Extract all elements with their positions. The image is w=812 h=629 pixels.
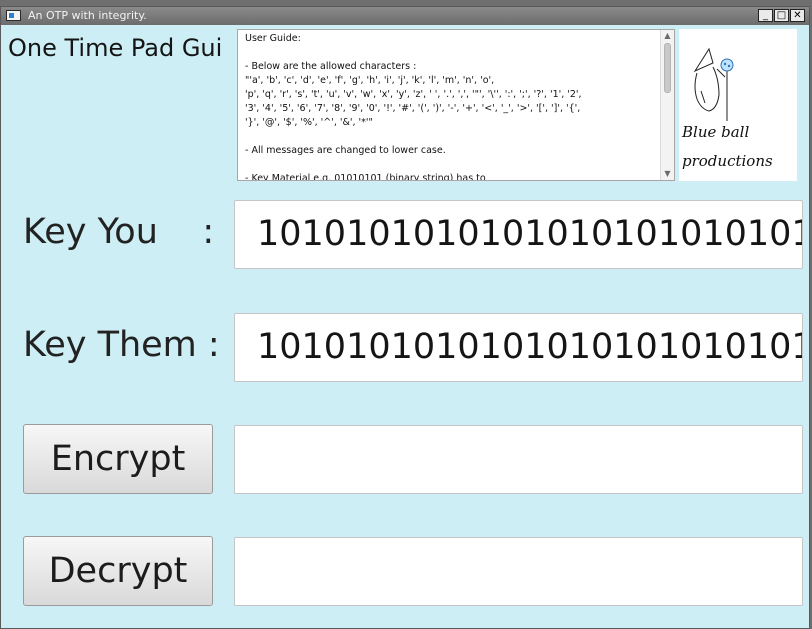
title-bar[interactable]: An OTP with integrity. _ □ ✕ xyxy=(1,7,809,25)
scroll-down-icon[interactable]: ▼ xyxy=(661,168,674,180)
logo-text-line2: productions xyxy=(682,152,773,170)
user-guide-textbox[interactable]: User Guide: - Below are the allowed char… xyxy=(237,29,675,181)
key-them-label: Key Them : xyxy=(23,325,220,365)
user-guide-scrollbar[interactable]: ▲ ▼ xyxy=(660,30,674,180)
scroll-up-icon[interactable]: ▲ xyxy=(661,30,674,42)
logo-text-line1: Blue ball xyxy=(682,123,750,141)
key-them-input[interactable]: 1010101010101010101010101011011 xyxy=(234,313,803,382)
user-guide-text: User Guide: - Below are the allowed char… xyxy=(245,33,582,181)
key-you-input[interactable]: 1010101010101010101010101011011 xyxy=(234,200,803,269)
window-icon xyxy=(6,10,21,21)
logo: Blue ball productions xyxy=(679,29,797,181)
encrypt-output-field[interactable] xyxy=(234,425,803,494)
decrypt-button[interactable]: Decrypt xyxy=(23,536,213,606)
app-window: An OTP with integrity. _ □ ✕ One Time Pa… xyxy=(0,6,810,629)
maximize-button[interactable]: □ xyxy=(774,9,789,22)
decrypt-output-field[interactable] xyxy=(234,537,803,606)
window-title: An OTP with integrity. xyxy=(28,9,147,22)
scroll-thumb[interactable] xyxy=(664,43,671,93)
app-title: One Time Pad Gui xyxy=(8,34,223,62)
key-you-label: Key You : xyxy=(23,212,215,252)
minimize-button[interactable]: _ xyxy=(758,9,773,22)
encrypt-button[interactable]: Encrypt xyxy=(23,424,213,494)
window-controls: _ □ ✕ xyxy=(758,9,805,22)
wizard-with-staff-icon xyxy=(693,47,734,121)
close-button[interactable]: ✕ xyxy=(790,9,805,22)
